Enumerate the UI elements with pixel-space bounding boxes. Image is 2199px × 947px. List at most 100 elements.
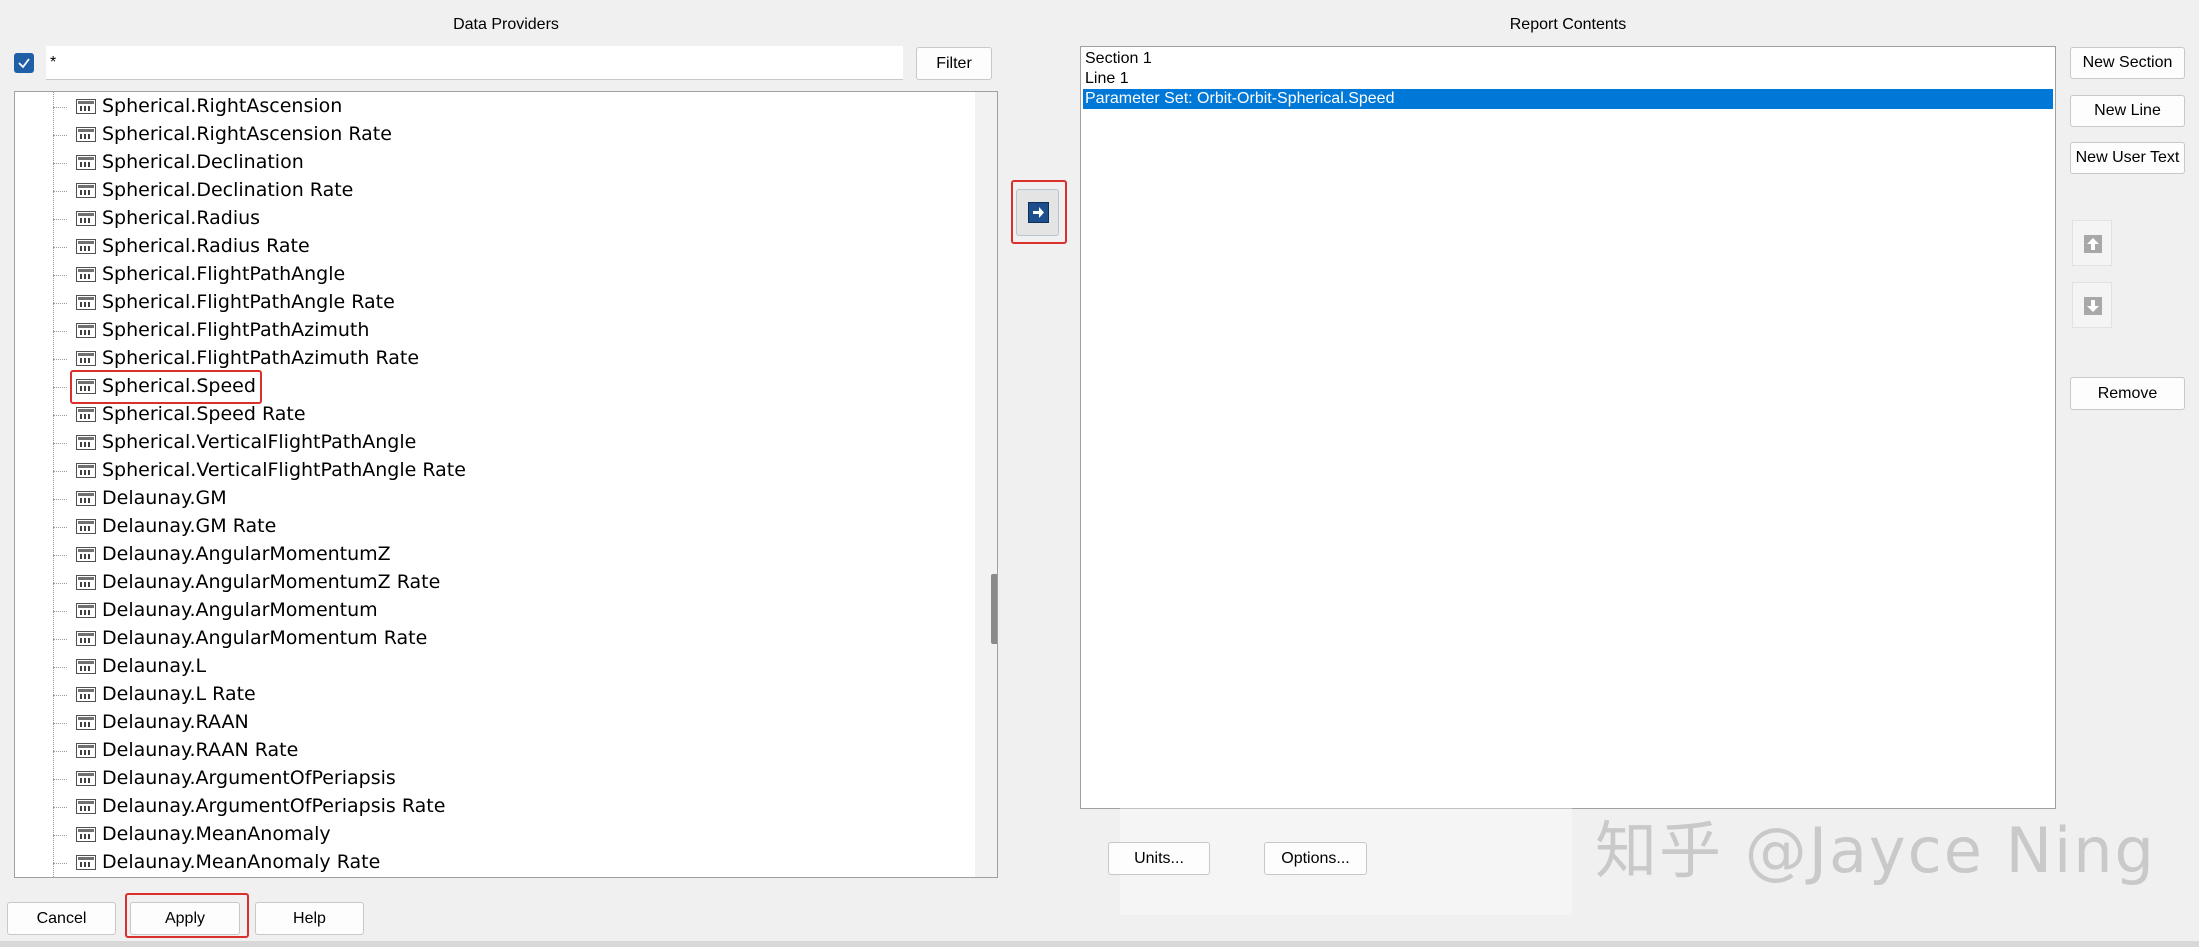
tree-item[interactable]: Delaunay.MeanAnomaly (15, 821, 975, 849)
cancel-button[interactable]: Cancel (7, 902, 116, 935)
add-to-report-button[interactable] (1016, 189, 1059, 236)
tree-branch-line (53, 331, 67, 332)
parameter-icon (76, 519, 96, 534)
tree-item[interactable]: Delaunay.AngularMomentumZ Rate (15, 569, 975, 597)
tree-item[interactable]: Spherical.Speed (15, 370, 975, 404)
tree-branch-line (53, 779, 67, 780)
tree-scrollbar[interactable] (975, 92, 997, 877)
tree-item[interactable]: Delaunay.RAAN (15, 709, 975, 737)
tree-item[interactable]: Spherical.Speed Rate (15, 401, 975, 429)
tree-item[interactable]: Spherical.Radius (15, 205, 975, 233)
parameter-icon (76, 99, 96, 114)
tree-item-label: Spherical.Declination Rate (102, 179, 354, 201)
tree-item[interactable]: Spherical.VerticalFlightPathAngle (15, 429, 975, 457)
tree-scroll-thumb[interactable] (991, 574, 997, 644)
tree-branch-line (53, 863, 67, 864)
tree-item[interactable]: Delaunay.ArgumentOfPeriapsis (15, 765, 975, 793)
tree-item[interactable]: Delaunay.L (15, 653, 975, 681)
tree-item-label: Delaunay.ArgumentOfPeriapsis Rate (102, 795, 446, 817)
tree-branch-line (53, 247, 67, 248)
tree-item[interactable]: Delaunay.ArgumentOfPeriapsis Rate (15, 793, 975, 821)
report-item[interactable]: Section 1 (1083, 49, 2053, 69)
tree-item-label: Delaunay.AngularMomentum Rate (102, 627, 428, 649)
tree-item[interactable]: Delaunay.AngularMomentum (15, 597, 975, 625)
move-down-button[interactable] (2072, 282, 2112, 328)
units-button[interactable]: Units... (1108, 842, 1210, 875)
tree-item-label: Delaunay.RAAN Rate (102, 739, 299, 761)
apply-button[interactable]: Apply (130, 902, 240, 935)
tree-item[interactable]: Delaunay.GM (15, 485, 975, 513)
filter-button[interactable]: Filter (916, 47, 992, 80)
tree-item[interactable]: Spherical.FlightPathAngle (15, 261, 975, 289)
new-section-button[interactable]: New Section (2070, 47, 2185, 79)
window-bottom-edge (0, 941, 2199, 947)
options-button[interactable]: Options... (1264, 842, 1367, 875)
tree-item-label: Delaunay.L Rate (102, 683, 256, 705)
tree-item[interactable]: Spherical.FlightPathAzimuth Rate (15, 345, 975, 373)
tree-branch-line (53, 667, 67, 668)
tree-item[interactable]: Delaunay.AngularMomentum Rate (15, 625, 975, 653)
parameter-icon (76, 435, 96, 450)
tree-branch-line (53, 415, 67, 416)
parameter-icon (76, 491, 96, 506)
tree-item-label: Delaunay.ArgumentOfPeriapsis (102, 767, 396, 789)
tree-branch-line (53, 219, 67, 220)
parameter-icon (76, 295, 96, 310)
parameter-icon (76, 855, 96, 870)
tree-item-label: Spherical.Radius Rate (102, 235, 310, 257)
tree-item[interactable]: Spherical.VerticalFlightPathAngle Rate (15, 457, 975, 485)
tree-item-label: Spherical.VerticalFlightPathAngle (102, 431, 417, 453)
tree-branch-line (53, 695, 67, 696)
tree-item-label: Delaunay.MeanAnomaly (102, 823, 331, 845)
arrow-down-icon (2084, 297, 2102, 315)
tree-item[interactable]: Delaunay.L Rate (15, 681, 975, 709)
parameter-icon (76, 351, 96, 366)
report-item-selected[interactable]: Parameter Set: Orbit-Orbit-Spherical.Spe… (1083, 89, 2053, 109)
data-providers-tree[interactable]: Spherical.RightAscension Spherical.RightA… (14, 91, 998, 878)
tree-item-label: Spherical.FlightPathAngle (102, 263, 346, 285)
parameter-icon (76, 127, 96, 142)
tree-branch-line (53, 303, 67, 304)
filter-input[interactable] (46, 46, 903, 80)
report-contents-title: Report Contents (1509, 16, 1627, 33)
new-line-button[interactable]: New Line (2070, 95, 2185, 127)
tree-item[interactable]: Delaunay.GM Rate (15, 513, 975, 541)
help-button[interactable]: Help (255, 902, 364, 935)
tree-item[interactable]: Spherical.FlightPathAngle Rate (15, 289, 975, 317)
parameter-icon (76, 379, 96, 394)
watermark-text: 知乎 @Jayce Ning (1595, 814, 2156, 887)
tree-item[interactable]: Spherical.FlightPathAzimuth (15, 317, 975, 345)
tree-item-label: Delaunay.L (102, 655, 207, 677)
tree-branch-line (53, 611, 67, 612)
tree-item-label: Spherical.FlightPathAzimuth (102, 319, 370, 341)
tree-item[interactable]: Delaunay.MeanAnomaly Rate (15, 849, 975, 877)
tree-item-label: Delaunay.RAAN (102, 711, 249, 733)
tree-item[interactable]: Delaunay.RAAN Rate (15, 737, 975, 765)
filter-checkbox[interactable] (14, 53, 34, 73)
parameter-icon (76, 267, 96, 282)
tree-item-label: Delaunay.GM Rate (102, 515, 277, 537)
tree-branch-line (53, 499, 67, 500)
tree-branch-line (53, 555, 67, 556)
new-user-text-button[interactable]: New User Text (2070, 142, 2185, 174)
tree-branch-line (53, 387, 67, 388)
tree-item[interactable]: Spherical.Declination Rate (15, 177, 975, 205)
tree-item[interactable]: Spherical.Radius Rate (15, 233, 975, 261)
tree-item-label: Spherical.Declination (102, 151, 304, 173)
tree-branch-line (53, 471, 67, 472)
move-up-button[interactable] (2072, 220, 2112, 266)
tree-branch-line (53, 751, 67, 752)
check-icon (18, 58, 30, 69)
tree-item[interactable]: Spherical.Declination (15, 149, 975, 177)
remove-button[interactable]: Remove (2070, 377, 2185, 410)
tree-branch-line (53, 807, 67, 808)
tree-item[interactable]: Spherical.RightAscension Rate (15, 121, 975, 149)
tree-branch-line (53, 191, 67, 192)
report-item[interactable]: Line 1 (1083, 69, 2053, 89)
parameter-icon (76, 183, 96, 198)
parameter-icon (76, 211, 96, 226)
parameter-icon (76, 743, 96, 758)
tree-item[interactable]: Spherical.RightAscension (15, 93, 975, 121)
tree-branch-line (53, 723, 67, 724)
tree-item[interactable]: Delaunay.AngularMomentumZ (15, 541, 975, 569)
